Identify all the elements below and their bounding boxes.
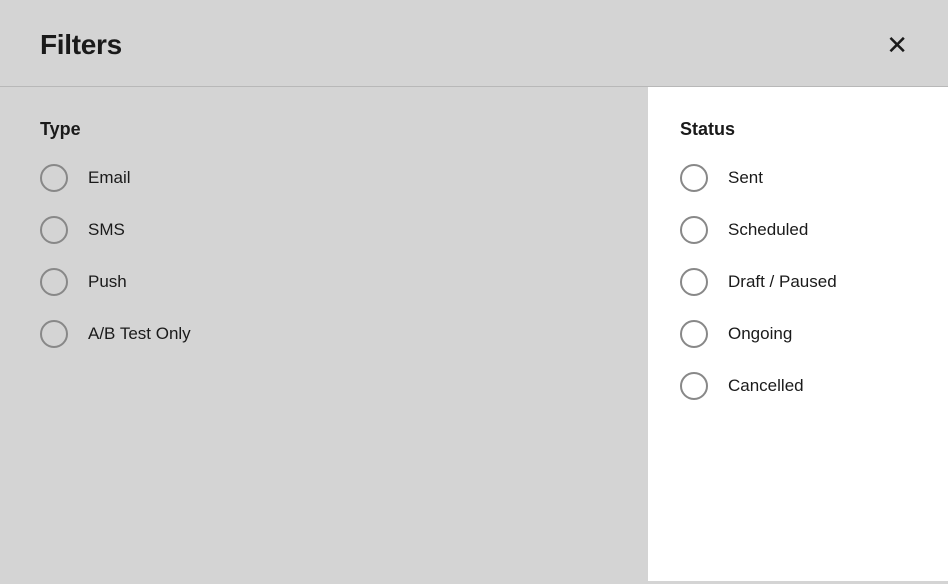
type-option-email[interactable]: Email	[40, 164, 608, 192]
status-option-ongoing[interactable]: Ongoing	[680, 320, 916, 348]
filters-modal: Filters ✕ Type Email SMS Push A/B Test O…	[0, 0, 948, 584]
status-label-scheduled: Scheduled	[728, 220, 808, 240]
radio-ongoing[interactable]	[680, 320, 708, 348]
radio-draft-paused[interactable]	[680, 268, 708, 296]
type-label-sms: SMS	[88, 220, 125, 240]
type-option-sms[interactable]: SMS	[40, 216, 608, 244]
radio-cancelled[interactable]	[680, 372, 708, 400]
type-label-push: Push	[88, 272, 127, 292]
status-label-draft-paused: Draft / Paused	[728, 272, 837, 292]
type-section: Type Email SMS Push A/B Test Only	[0, 87, 648, 581]
modal-header: Filters ✕	[0, 0, 948, 86]
type-option-ab-test[interactable]: A/B Test Only	[40, 320, 608, 348]
status-section-title: Status	[680, 119, 916, 140]
status-label-ongoing: Ongoing	[728, 324, 792, 344]
status-option-draft-paused[interactable]: Draft / Paused	[680, 268, 916, 296]
modal-body: Type Email SMS Push A/B Test Only Status	[0, 87, 948, 581]
status-option-sent[interactable]: Sent	[680, 164, 916, 192]
status-option-cancelled[interactable]: Cancelled	[680, 372, 916, 400]
radio-scheduled[interactable]	[680, 216, 708, 244]
status-option-scheduled[interactable]: Scheduled	[680, 216, 916, 244]
type-label-email: Email	[88, 168, 131, 188]
radio-sms[interactable]	[40, 216, 68, 244]
type-label-ab-test: A/B Test Only	[88, 324, 191, 344]
status-section: Status Sent Scheduled Draft / Paused Ong…	[648, 87, 948, 581]
modal-title: Filters	[40, 29, 122, 61]
radio-push[interactable]	[40, 268, 68, 296]
status-label-sent: Sent	[728, 168, 763, 188]
close-button[interactable]: ✕	[882, 28, 912, 62]
radio-email[interactable]	[40, 164, 68, 192]
radio-ab-test[interactable]	[40, 320, 68, 348]
type-option-push[interactable]: Push	[40, 268, 608, 296]
status-label-cancelled: Cancelled	[728, 376, 804, 396]
type-section-title: Type	[40, 119, 608, 140]
radio-sent[interactable]	[680, 164, 708, 192]
